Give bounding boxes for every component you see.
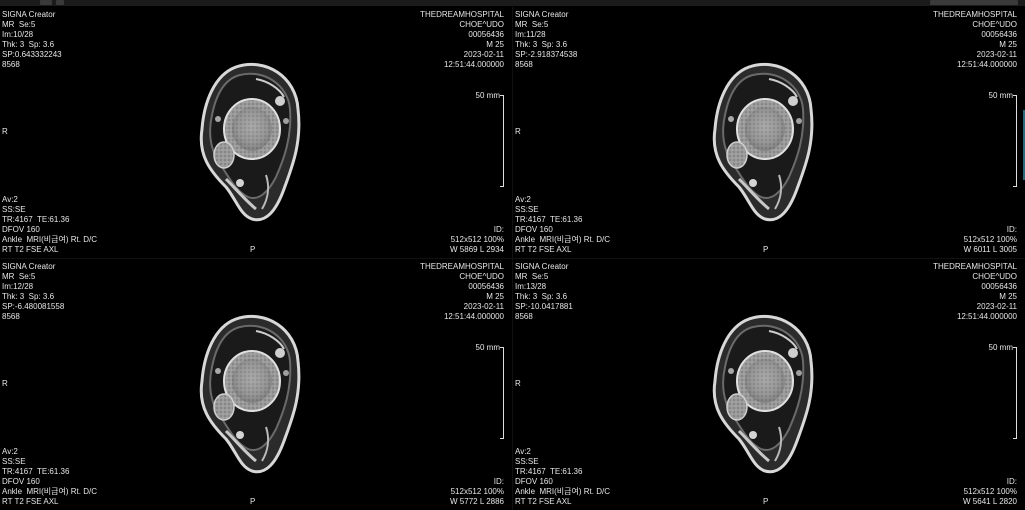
scale-bar-label: 50 mm [475,91,500,100]
overlay-top-right: THEDREAMHOSPITAL CHOE^UDO 00056436 M 25 … [420,10,504,69]
scale-bar: 50 mm [987,343,1017,443]
orientation-marker-side: R [2,127,8,136]
scale-bar: 50 mm [474,91,504,191]
scale-bar-label: 50 mm [988,91,1013,100]
overlay-top-right: THEDREAMHOSPITAL CHOE^UDO 00056436 M 25 … [933,262,1017,321]
overlay-top-right: THEDREAMHOSPITAL CHOE^UDO 00056436 M 25 … [420,262,504,321]
overlay-top-left: SIGNA Creator MR Se:5 Im:10/28 Thk: 3 Sp… [2,10,62,69]
toolbar-button[interactable] [56,0,64,5]
mri-ankle-axial-image [712,62,814,222]
scale-bar-label: 50 mm [475,343,500,352]
image-viewport[interactable]: SIGNA Creator MR Se:5 Im:10/28 Thk: 3 Sp… [0,7,512,258]
orientation-marker-side: R [515,127,521,136]
mri-ankle-axial-image [199,314,301,474]
overlay-bottom-right: ID: 512x512 100% W 6011 L 3005 [963,225,1017,254]
scale-bar-label: 50 mm [988,343,1013,352]
top-toolbar [0,0,1025,6]
scale-bar-line [1013,95,1017,187]
overlay-bottom-right: ID: 512x512 100% W 5641 L 2820 [963,477,1017,506]
viewport-divider-horizontal [0,258,1025,259]
orientation-marker-bottom: P [763,245,769,254]
toolbar-button[interactable] [40,0,52,5]
overlay-top-right: THEDREAMHOSPITAL CHOE^UDO 00056436 M 25 … [933,10,1017,69]
image-viewport[interactable]: SIGNA Creator MR Se:5 Im:12/28 Thk: 3 Sp… [0,259,512,510]
overlay-bottom-right: ID: 512x512 100% W 5869 L 2934 [450,225,504,254]
overlay-top-left: SIGNA Creator MR Se:5 Im:12/28 Thk: 3 Sp… [2,262,65,321]
overlay-bottom-left: Av:2 SS:SE TR:4167 TE:61.36 DFOV 160 Ank… [515,195,610,254]
scale-bar: 50 mm [474,343,504,443]
scale-bar-line [1013,347,1017,439]
mri-ankle-axial-image [712,314,814,474]
overlay-bottom-right: ID: 512x512 100% W 5772 L 2886 [450,477,504,506]
overlay-top-left: SIGNA Creator MR Se:5 Im:11/28 Thk: 3 Sp… [515,10,578,69]
mri-ankle-axial-image [199,62,301,222]
overlay-top-left: SIGNA Creator MR Se:5 Im:13/28 Thk: 3 Sp… [515,262,573,321]
scale-bar: 50 mm [987,91,1017,191]
scale-bar-line [500,95,504,187]
toolbar-field[interactable] [930,0,1018,5]
overlay-bottom-left: Av:2 SS:SE TR:4167 TE:61.36 DFOV 160 Ank… [2,447,97,506]
orientation-marker-bottom: P [250,245,256,254]
orientation-marker-side: R [515,379,521,388]
orientation-marker-bottom: P [250,497,256,506]
image-viewport[interactable]: SIGNA Creator MR Se:5 Im:11/28 Thk: 3 Sp… [513,7,1025,258]
scale-bar-line [500,347,504,439]
image-viewport[interactable]: SIGNA Creator MR Se:5 Im:13/28 Thk: 3 Sp… [513,259,1025,510]
orientation-marker-bottom: P [763,497,769,506]
overlay-bottom-left: Av:2 SS:SE TR:4167 TE:61.36 DFOV 160 Ank… [2,195,97,254]
overlay-bottom-left: Av:2 SS:SE TR:4167 TE:61.36 DFOV 160 Ank… [515,447,610,506]
orientation-marker-side: R [2,379,8,388]
